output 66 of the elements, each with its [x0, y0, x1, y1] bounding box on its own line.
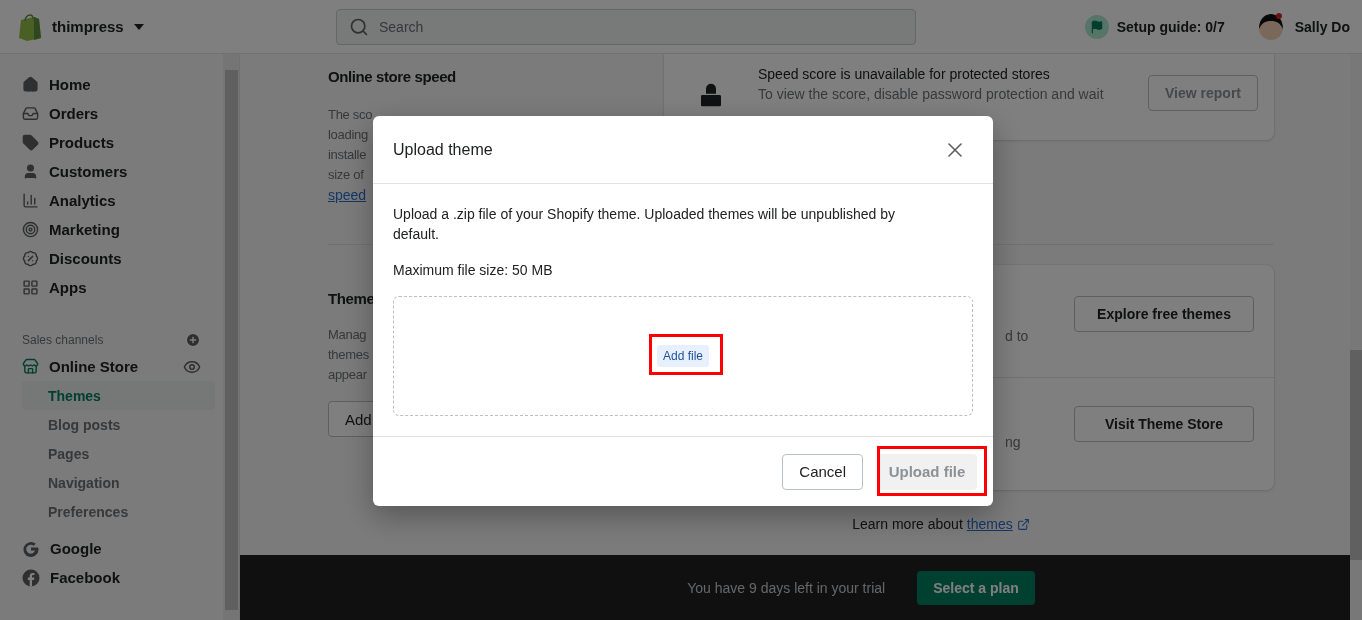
theme-button[interactable]: Explore free themes — [1074, 296, 1254, 332]
nav-item[interactable]: Analytics — [0, 186, 223, 215]
store-name[interactable]: thimpress — [52, 18, 124, 35]
learn-more-text: Learn more about — [852, 516, 963, 532]
description-line: themes — [328, 346, 369, 364]
description-line: installe — [328, 146, 367, 164]
nav-item[interactable]: Products — [0, 128, 223, 157]
bag-logo-icon — [18, 12, 42, 41]
description-line: appear — [328, 366, 367, 384]
description-line: size of — [328, 166, 364, 184]
dialog-title: Upload theme — [393, 140, 493, 159]
section-heading: Sales channels — [22, 333, 104, 347]
notice-title: Speed score is unavailable for protected stores — [758, 65, 1051, 84]
section-title: Online store speed — [328, 67, 456, 87]
description-line: Manag — [328, 326, 367, 344]
grid-icon — [22, 279, 39, 296]
target-icon — [22, 221, 39, 238]
row-text: d to — [1005, 328, 1030, 344]
dialog-description: Upload a .zip file of your Shopify theme. Uploaded themes will be unpublished by default. — [393, 205, 896, 244]
speed-link[interactable]: speed — [328, 185, 367, 205]
inbox-icon — [22, 105, 39, 122]
bar-chart-icon — [22, 192, 39, 209]
description-line: The sco — [328, 106, 373, 124]
nav-item[interactable]: Online Store — [0, 352, 223, 381]
nav-item[interactable]: Apps — [0, 273, 223, 302]
tag-icon — [22, 134, 39, 151]
external-link-icon — [1016, 517, 1030, 531]
nav-item[interactable]: Marketing — [0, 215, 223, 244]
percent-badge-icon — [22, 250, 39, 267]
nav-item[interactable]: Facebook — [0, 563, 223, 592]
drop-zone[interactable]: Add file — [393, 296, 973, 416]
f-logo-icon — [22, 568, 40, 587]
nav-item[interactable]: Discounts — [0, 244, 223, 273]
search-field[interactable]: Search — [336, 8, 916, 45]
themes-link[interactable]: themes — [966, 514, 1013, 534]
max-size-text: Maximum file size: 50 MB — [393, 261, 554, 280]
trial-text: You have 9 days left in your trial — [687, 579, 886, 596]
description-line: loading — [328, 126, 368, 144]
nav-subitem[interactable]: Preferences — [22, 497, 215, 526]
nav-item[interactable]: Google — [0, 534, 223, 563]
nav-subitem[interactable]: Pages — [22, 439, 215, 468]
scrollbar[interactable] — [223, 54, 239, 620]
nav-item[interactable]: Customers — [0, 157, 223, 186]
add-icon[interactable] — [185, 332, 201, 348]
cancel-button[interactable]: Cancel — [782, 453, 863, 490]
select-plan-button[interactable]: Select a plan — [917, 570, 1035, 605]
user-name[interactable]: Sally Do — [1294, 18, 1350, 35]
nav-item[interactable]: Orders — [0, 99, 223, 128]
store-icon — [22, 358, 39, 375]
add-file-button[interactable]: Add file — [657, 345, 709, 367]
row-text: ng — [1005, 434, 1022, 450]
nav-item[interactable]: Home — [0, 70, 223, 99]
person-icon — [22, 163, 39, 180]
flag-icon[interactable] — [1084, 14, 1109, 39]
search-icon — [349, 16, 369, 37]
section-title: Theme — [328, 289, 375, 309]
setup-guide-link[interactable]: Setup guide: 0/7 — [1116, 18, 1225, 35]
nav-subitem[interactable]: Themes — [22, 381, 215, 410]
notice-line: To view the score, disable password protection and wait — [758, 85, 1105, 104]
g-logo-icon — [22, 539, 40, 558]
theme-button[interactable]: Visit Theme Store — [1074, 406, 1254, 442]
nav-subitem[interactable]: Blog posts — [22, 410, 215, 439]
home-icon — [22, 76, 39, 93]
caret-icon — [133, 23, 144, 30]
view-report-button[interactable]: View report — [1148, 75, 1258, 111]
nav-subitem[interactable]: Navigation — [22, 468, 215, 497]
